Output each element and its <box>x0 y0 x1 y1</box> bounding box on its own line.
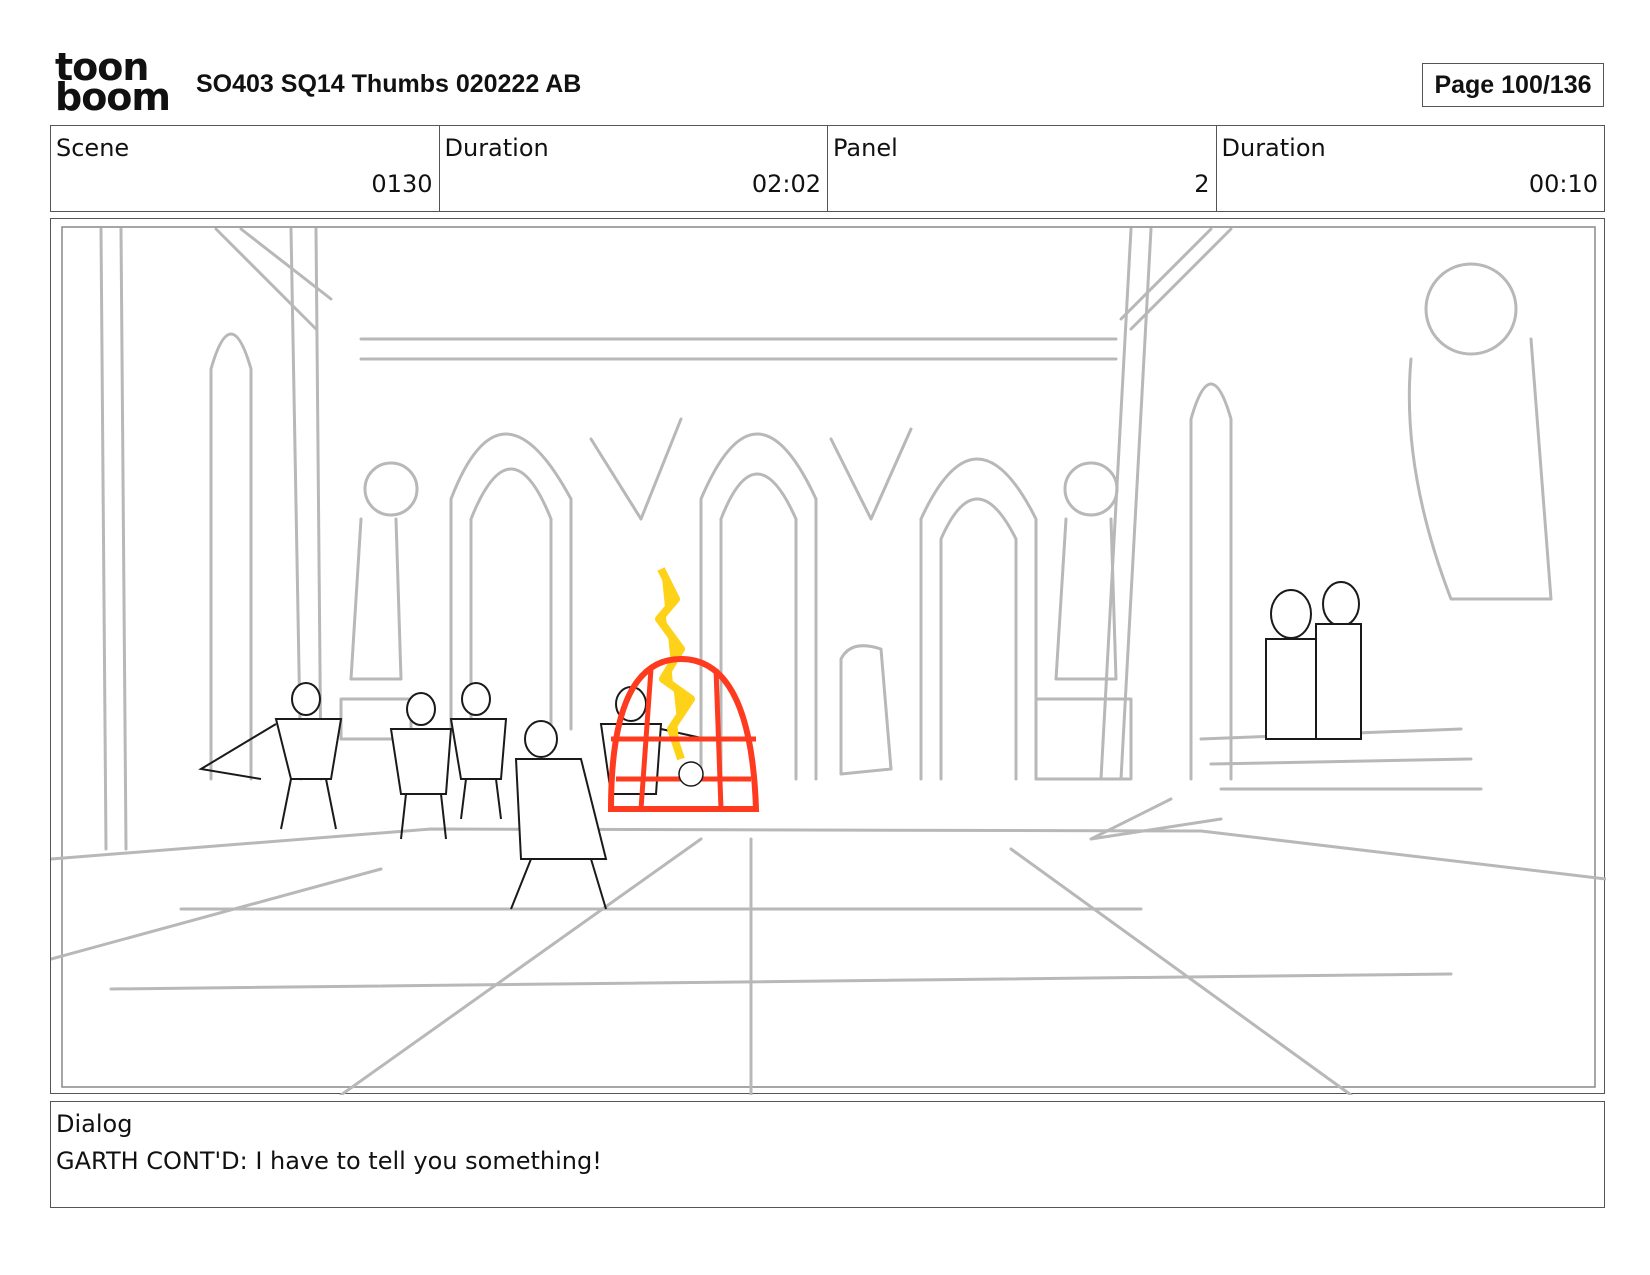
guard-body <box>274 718 343 780</box>
floor-line <box>1009 847 1353 1095</box>
right-pillar <box>1099 227 1153 781</box>
giant-statue-head <box>1424 262 1518 356</box>
logo-line-2: boom <box>55 75 171 119</box>
rafter <box>214 227 333 331</box>
guard-body <box>449 718 508 780</box>
panel-duration-label: Duration <box>1221 134 1326 162</box>
nuns-group <box>1265 581 1362 740</box>
page-indicator: Page 100/136 <box>1422 63 1604 107</box>
rafter <box>1119 227 1233 331</box>
panel-sketch <box>51 226 1606 1095</box>
gothic-window-center-inner <box>719 472 798 781</box>
stair-cloth <box>1089 797 1223 841</box>
back-wall-beam <box>359 337 1118 361</box>
guard-body <box>389 728 453 795</box>
giant-statue-body <box>1407 337 1553 601</box>
panel-value: 2 <box>1194 170 1210 198</box>
gothic-window-right <box>919 457 1038 781</box>
candle-stack <box>839 644 893 776</box>
tall-window-left <box>209 332 253 781</box>
scene-duration-cell: Duration 02:02 <box>440 126 828 211</box>
garth-head <box>524 720 558 758</box>
nun-right-body <box>1315 623 1362 740</box>
nun-left-head <box>1270 589 1312 639</box>
statue-right-head <box>1063 461 1119 517</box>
background-sketch <box>51 227 1606 1095</box>
floor-line <box>339 837 703 1095</box>
garth-legs <box>510 858 607 910</box>
scene-cell: Scene 0130 <box>51 126 440 211</box>
statue-left-head <box>363 461 419 517</box>
toonboom-logo: toon boom <box>55 48 173 119</box>
panel-cell: Panel 2 <box>828 126 1217 211</box>
scene-info-table: Scene 0130 Duration 02:02 Panel 2 Durati… <box>50 125 1605 212</box>
guard-head <box>406 692 436 726</box>
torch-sconce-right <box>829 427 913 521</box>
nun-left-body <box>1265 638 1317 740</box>
panel-duration-cell: Duration 00:10 <box>1217 126 1605 211</box>
panel-label: Panel <box>833 134 898 162</box>
statue-left-body <box>349 517 403 681</box>
panel-duration-value: 00:10 <box>1528 170 1598 198</box>
caged-creature <box>678 761 704 787</box>
dialog-label: Dialog <box>56 1110 133 1138</box>
garth-body <box>514 758 608 860</box>
floor-line <box>109 972 1453 991</box>
floor-line <box>51 867 383 961</box>
left-pillar <box>99 227 128 851</box>
torch-sconce-left <box>589 417 683 521</box>
guard-legs <box>280 778 337 830</box>
statue-right-pedestal <box>1034 697 1133 781</box>
scene-duration-value: 02:02 <box>751 170 821 198</box>
guards-group <box>198 682 707 910</box>
scene-label: Scene <box>56 134 130 162</box>
tall-window-right <box>1189 382 1233 781</box>
document-title: SO403 SQ14 Thumbs 020222 AB <box>196 70 582 98</box>
scene-value: 0130 <box>371 170 433 198</box>
dialog-box: Dialog GARTH CONT'D: I have to tell you … <box>50 1101 1605 1208</box>
storyboard-panel <box>50 218 1606 1095</box>
gothic-window-right-inner <box>939 497 1018 781</box>
guard-head <box>461 682 491 716</box>
scene-duration-label: Duration <box>444 134 549 162</box>
dialog-text: GARTH CONT'D: I have to tell you somethi… <box>56 1147 602 1175</box>
nun-right-head <box>1322 581 1360 627</box>
guard-head <box>291 682 321 716</box>
guard-legs <box>460 778 502 820</box>
floor-back-edge <box>51 827 1606 881</box>
